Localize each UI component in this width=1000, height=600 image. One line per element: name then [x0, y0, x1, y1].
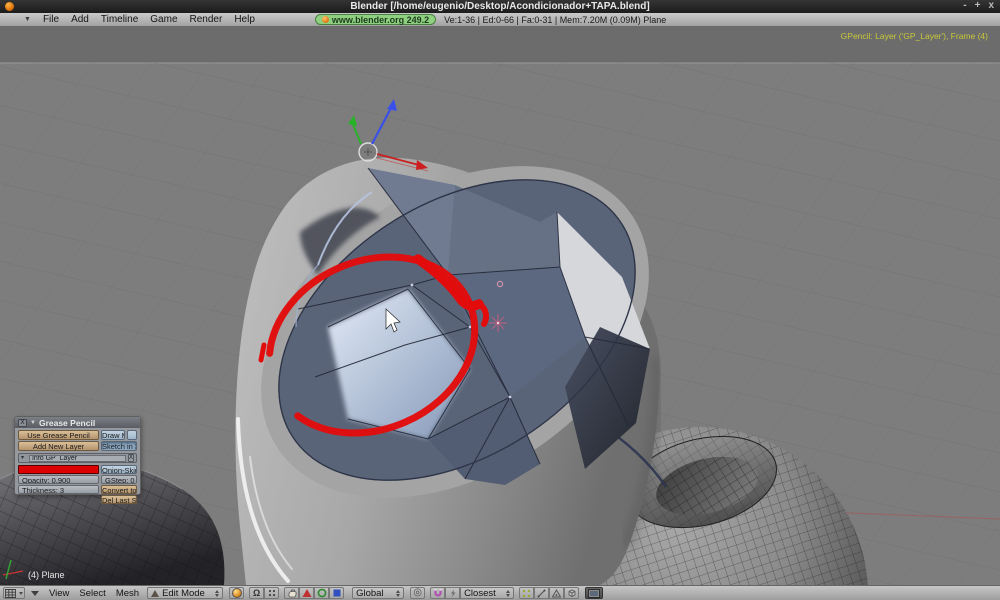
window-maximize-button[interactable]: + — [975, 0, 981, 13]
3d-viewport[interactable]: GPencil: Layer ('GP_Layer'), Frame (4) (… — [0, 27, 1000, 585]
scene-statistics: Ve:1-36 | Ed:0-66 | Fa:0-31 | Mem:7.20M … — [444, 14, 667, 25]
menu-add[interactable]: Add — [71, 14, 89, 25]
add-new-layer-button[interactable]: Add New Layer — [18, 441, 99, 451]
snap-target-dropdown[interactable]: Closest — [460, 587, 515, 599]
menu-game[interactable]: Game — [150, 14, 177, 25]
menu-render[interactable]: Render — [190, 14, 223, 25]
menu-select[interactable]: Select — [79, 588, 105, 599]
manipulator-scale-toggle[interactable] — [329, 587, 345, 599]
select-vertex-button[interactable] — [519, 587, 535, 599]
convert-to-button[interactable]: Convert to... — [101, 485, 137, 494]
top-menu-bar: ▼ File Add Timeline Game Render Help www… — [0, 13, 1000, 27]
orientation-dropdown[interactable]: Global — [352, 587, 405, 599]
scale-icon — [333, 589, 341, 597]
blender-app-icon — [5, 2, 14, 11]
header-collapse-icon[interactable] — [31, 590, 39, 596]
draw-type-dropdown[interactable] — [229, 587, 245, 599]
manipulator-rotate-toggle[interactable] — [314, 587, 330, 599]
translate-icon — [302, 589, 312, 597]
draw-mode-toggle[interactable]: Draw Mode — [101, 430, 125, 440]
layer-expand-icon[interactable]: ▾ — [21, 454, 24, 462]
proportional-icon: ◎ — [413, 587, 422, 598]
select-face-button[interactable] — [549, 587, 565, 599]
grease-pencil-panel-header[interactable]: X ▼ Grease Pencil — [15, 417, 140, 428]
editor-type-grid-icon — [5, 588, 16, 598]
panel-title: Grease Pencil — [38, 417, 96, 428]
viewport-canvas[interactable] — [0, 27, 1000, 585]
edge-select-icon — [537, 589, 546, 597]
solid-shading-icon — [231, 588, 242, 598]
vertex-select-icon — [522, 589, 531, 597]
snap-element-icon — [450, 589, 456, 597]
gpencil-status-text: GPencil: Layer ('GP_Layer'), Frame (4) — [840, 31, 988, 41]
panel-collapse-icon[interactable]: ▼ — [30, 420, 36, 426]
snap-toggle[interactable] — [430, 587, 446, 599]
mode-dropdown[interactable]: Edit Mode — [147, 587, 224, 599]
grease-pencil-panel: X ▼ Grease Pencil Use Grease Pencil Draw… — [14, 416, 141, 504]
menu-collapse-icon[interactable]: ▼ — [24, 16, 31, 23]
frame-object-label: (4) Plane — [28, 570, 65, 580]
render-preview-button[interactable] — [585, 587, 604, 599]
center-points-icon — [268, 589, 275, 597]
manipulator-toggle[interactable] — [284, 587, 300, 599]
gstep-field[interactable]: GStep: 0 — [101, 475, 137, 484]
thickness-slider[interactable]: Thickness: 3 — [18, 485, 99, 494]
menu-timeline[interactable]: Timeline — [101, 14, 138, 25]
opacity-slider[interactable]: Opacity: 0.900 — [18, 475, 99, 484]
center-points-toggle[interactable] — [264, 587, 280, 599]
menu-help[interactable]: Help — [234, 14, 255, 25]
version-badge: www.blender.org 249.2 — [314, 14, 437, 25]
select-edge-button[interactable] — [534, 587, 550, 599]
del-last-stroke-button[interactable]: Del Last Stroke — [101, 495, 137, 504]
pivot-icon: Ω — [252, 588, 261, 598]
layer-color-swatch[interactable] — [18, 465, 99, 474]
use-grease-pencil-button[interactable]: Use Grease Pencil — [18, 430, 99, 440]
pivot-dropdown[interactable]: Ω — [249, 587, 265, 599]
edit-mode-icon — [151, 589, 160, 597]
menu-view[interactable]: View — [49, 588, 69, 599]
layer-name-field[interactable] — [28, 454, 126, 462]
proportional-dropdown[interactable]: ◎ — [410, 587, 426, 599]
window-minimize-button[interactable]: - — [963, 0, 966, 13]
panel-close-icon[interactable]: X — [18, 418, 27, 427]
window-title: Blender [/home/eugenio/Desktop/Acondicio… — [350, 1, 650, 12]
draw-settings-icon-button[interactable] — [127, 430, 137, 440]
menu-mesh[interactable]: Mesh — [116, 588, 139, 599]
sketch-in-3d-toggle[interactable]: Sketch in 3D — [101, 441, 137, 451]
menu-file[interactable]: File — [43, 14, 59, 25]
snap-target-label: Closest — [464, 587, 496, 599]
rotate-icon — [317, 588, 326, 598]
mode-label: Edit Mode — [162, 587, 205, 599]
render-image-icon — [588, 588, 601, 598]
version-badge-label: www.blender.org 249.2 — [331, 14, 430, 25]
gpencil-layer-strip: ▾ X — [18, 453, 137, 463]
layer-lock-icon[interactable] — [26, 454, 27, 462]
snap-element-button[interactable] — [445, 587, 461, 599]
blender-logo-icon — [321, 16, 329, 23]
window-close-button[interactable]: x — [988, 0, 994, 13]
orientation-label: Global — [356, 587, 384, 599]
magnet-icon — [433, 589, 442, 597]
blender-window: Blender [/home/eugenio/Desktop/Acondicio… — [0, 0, 1000, 600]
editor-type-button[interactable] — [3, 587, 25, 599]
face-select-icon — [552, 588, 562, 597]
3d-view-header: View Select Mesh Edit Mode Ω Global ◎ Cl… — [0, 585, 1000, 600]
layer-delete-button[interactable]: X — [127, 454, 134, 462]
manipulator-translate-toggle[interactable] — [299, 587, 315, 599]
hand-icon — [288, 589, 297, 598]
window-titlebar: Blender [/home/eugenio/Desktop/Acondicio… — [0, 0, 1000, 13]
onion-skin-toggle[interactable]: Onion-Skin — [101, 465, 137, 474]
occlude-cube-icon — [568, 589, 575, 597]
occlude-geometry-toggle[interactable] — [564, 587, 580, 599]
